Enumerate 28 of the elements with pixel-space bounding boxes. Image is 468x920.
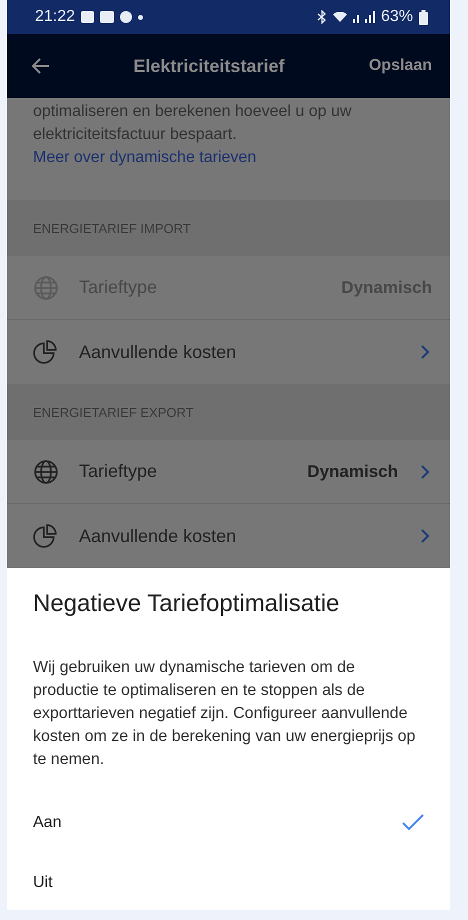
- pie-chart-icon: [33, 523, 59, 549]
- settings-row[interactable]: Aanvullende kosten: [7, 504, 450, 568]
- bluetooth-icon: [316, 10, 327, 24]
- settings-row[interactable]: Tarieftype Dynamisch: [7, 440, 450, 504]
- row-label: Aanvullende kosten: [79, 526, 238, 546]
- option-item[interactable]: Uit: [33, 853, 424, 913]
- row-label: Tarieftype: [79, 461, 158, 482]
- dot-icon: [138, 14, 144, 20]
- info-link[interactable]: Meer over dynamische tarieven: [33, 149, 256, 166]
- settings-row[interactable]: Aanvullende kosten: [7, 320, 450, 384]
- checkmark-icon: [402, 814, 424, 832]
- screen-title: Elektriciteitstarief: [132, 56, 286, 76]
- signal-icon: [364, 11, 375, 23]
- save-button[interactable]: Opslaan: [364, 53, 436, 79]
- row-label: Aanvullende kosten: [79, 342, 238, 362]
- sheet-description: Wij gebruiken uw dynamische tarieven om de productie te optimaliseren en te stoppen als de exporttarieven negatief zijn. Configureer aanvullende kosten om ze in de berekening van uw energieprijs op te nemen.: [33, 658, 416, 770]
- wifi-icon: [332, 12, 347, 22]
- battery-icon: [419, 10, 428, 24]
- sheet-title: Negatieve Tariefoptimalisatie: [33, 590, 340, 618]
- intro-text: optimaliseren en berekenen hoeveel u op uw elektriciteitsfactuur bespaart.: [33, 102, 352, 145]
- option-item[interactable]: Aan: [33, 793, 424, 853]
- globe-icon: [33, 274, 59, 300]
- battery-percent: 63%: [380, 8, 413, 26]
- status-time: 21:22: [35, 8, 76, 26]
- globe-icon: [33, 458, 59, 484]
- pie-chart-icon: [33, 339, 59, 365]
- row-value: Dynamisch: [307, 462, 398, 482]
- circle-icon: [120, 11, 132, 23]
